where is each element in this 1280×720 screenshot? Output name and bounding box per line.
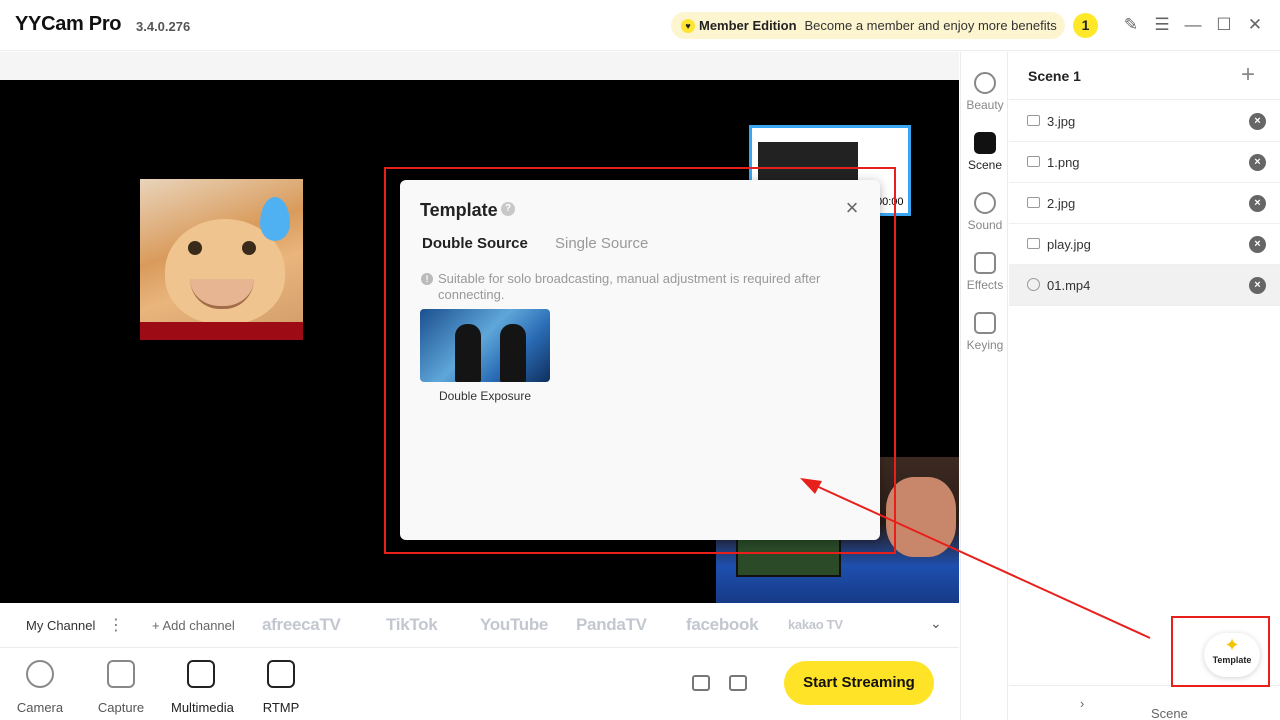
add-channel-button[interactable]: + Add channel — [152, 618, 235, 633]
remove-source-icon[interactable]: × — [1249, 154, 1266, 171]
rail-label: Sound — [967, 218, 1003, 232]
multimedia-button[interactable]: Multimedia — [171, 660, 234, 715]
platform-pandatv[interactable]: PandaTV — [576, 615, 647, 635]
chevron-down-icon[interactable]: ⌄ — [930, 615, 942, 632]
scene-icon — [974, 132, 996, 154]
rtmp-label: RTMP — [262, 700, 300, 715]
platform-facebook[interactable]: facebook — [686, 615, 759, 635]
title-bar: YYCam Pro 3.4.0.276 ♥ Member Edition Bec… — [0, 0, 1280, 51]
capture-button[interactable]: Capture — [91, 660, 151, 715]
rail-item-sound[interactable]: Sound — [961, 192, 1009, 232]
layout-switch-icon[interactable] — [692, 675, 710, 691]
scene-switching-config[interactable]: Scene Switching Configuration › — [1009, 685, 1280, 720]
camera-icon — [26, 660, 54, 688]
camera-button[interactable]: Camera — [10, 660, 70, 715]
platform-youtube[interactable]: YouTube — [480, 615, 548, 635]
platform-tiktok[interactable]: TikTok — [386, 615, 438, 635]
keying-icon — [974, 312, 996, 334]
source-name: play.jpg — [1047, 237, 1091, 252]
rail-label: Keying — [966, 338, 1004, 352]
app-name: YYCam Pro — [15, 13, 122, 35]
rail-item-beauty[interactable]: Beauty — [961, 72, 1009, 112]
remove-source-icon[interactable]: × — [1249, 236, 1266, 253]
menu-icon[interactable]: ☰ — [1151, 14, 1173, 36]
capture-icon — [107, 660, 135, 688]
more-options-icon[interactable]: ⋮ — [108, 615, 124, 635]
minimize-icon[interactable]: — — [1182, 14, 1204, 36]
heart-icon: ♥ — [681, 18, 695, 33]
source-name: 2.jpg — [1047, 196, 1076, 211]
capture-label: Capture — [97, 700, 145, 715]
side-rail: Beauty Scene Sound Effects Keying — [960, 52, 1008, 720]
member-edition-label: Member Edition — [699, 18, 797, 33]
rail-item-effects[interactable]: Effects — [961, 252, 1009, 292]
source-name: 01.mp4 — [1047, 278, 1091, 293]
app-version: 3.4.0.276 — [136, 19, 191, 34]
rail-label: Effects — [966, 278, 1004, 292]
close-icon[interactable]: ✕ — [1244, 14, 1266, 36]
effects-icon — [974, 252, 996, 274]
source-name: 1.png — [1047, 155, 1080, 170]
image-icon — [1027, 197, 1040, 208]
image-icon — [1027, 156, 1040, 167]
rail-item-keying[interactable]: Keying — [961, 312, 1009, 352]
channel-bar: My Channel ⋮ + Add channel afreecaTV Tik… — [0, 603, 959, 648]
cat-eye — [242, 241, 256, 255]
start-streaming-button[interactable]: Start Streaming — [784, 661, 934, 705]
video-settings-icon[interactable] — [729, 675, 747, 691]
remove-source-icon[interactable]: × — [1249, 113, 1266, 130]
member-promo-text: Become a member and enjoy more benefits — [804, 18, 1057, 33]
feedback-icon[interactable]: ✎ — [1120, 14, 1142, 36]
cat-collar — [140, 322, 303, 340]
preview-header — [0, 52, 959, 80]
source-row[interactable]: 3.jpg × — [1009, 101, 1280, 142]
scene-header: Scene 1 + — [1009, 52, 1280, 100]
sound-icon — [974, 192, 996, 214]
rail-label: Beauty — [966, 98, 1004, 112]
member-banner[interactable]: ♥ Member Edition Become a member and enj… — [671, 12, 1065, 39]
gamer-figure — [886, 477, 956, 557]
maximize-icon[interactable]: ☐ — [1213, 14, 1235, 36]
annotation-box-template — [1171, 616, 1270, 687]
source-row[interactable]: play.jpg × — [1009, 224, 1280, 265]
source-row[interactable]: 2.jpg × — [1009, 183, 1280, 224]
rtmp-button[interactable]: RTMP — [251, 660, 311, 715]
annotation-box-dialog — [384, 167, 896, 554]
source-row[interactable]: 1.png × — [1009, 142, 1280, 183]
app-window: YYCam Pro 3.4.0.276 ♥ Member Edition Bec… — [0, 0, 1280, 720]
source-row[interactable]: 01.mp4 × — [1009, 265, 1280, 306]
scene-switching-label: Scene Switching Configuration › — [1080, 696, 1188, 720]
beauty-icon — [974, 72, 996, 94]
source-name: 3.jpg — [1047, 114, 1076, 129]
notification-badge[interactable]: 1 — [1073, 13, 1098, 38]
sweat-drop-icon — [260, 197, 290, 241]
platform-afreecatv[interactable]: afreecaTV — [262, 615, 341, 635]
remove-source-icon[interactable]: × — [1249, 195, 1266, 212]
image-icon — [1027, 115, 1040, 126]
rtmp-icon — [267, 660, 295, 688]
cat-image-source[interactable] — [140, 179, 303, 340]
rail-label: Scene — [967, 158, 1003, 172]
rail-item-scene[interactable]: Scene — [961, 132, 1009, 172]
camera-label: Camera — [16, 700, 64, 715]
cat-eye — [188, 241, 202, 255]
play-icon — [1027, 278, 1040, 291]
remove-source-icon[interactable]: × — [1249, 277, 1266, 294]
add-channel-label: Add channel — [162, 618, 235, 633]
platform-kakaotv[interactable]: kakao TV — [788, 617, 843, 632]
multimedia-icon — [187, 660, 215, 688]
add-source-icon[interactable]: + — [1241, 62, 1255, 88]
multimedia-label: Multimedia — [171, 700, 234, 715]
scene-title[interactable]: Scene 1 — [1028, 68, 1081, 84]
image-icon — [1027, 238, 1040, 249]
bottom-toolbar: Camera Capture Multimedia RTMP Start Str… — [0, 648, 959, 720]
my-channel-label[interactable]: My Channel — [26, 618, 95, 633]
